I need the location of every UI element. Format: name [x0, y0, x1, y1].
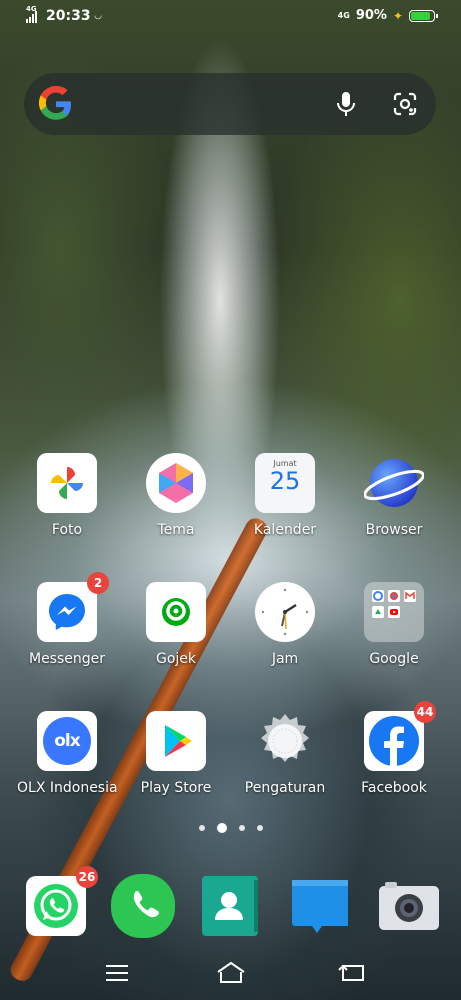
gojek-icon [146, 582, 206, 642]
app-pengaturan[interactable]: Pengaturan [235, 711, 335, 796]
app-label-messenger: Messenger [28, 651, 106, 667]
navigation-bar [0, 958, 461, 990]
app-play-store[interactable]: Play Store [126, 711, 226, 796]
google-search-bar[interactable] [24, 73, 436, 135]
calendar-day-name: Jumat [273, 459, 297, 468]
menu-icon[interactable] [102, 958, 132, 988]
cell-signal-icon: 4G [26, 5, 42, 23]
app-label-olx: OLX Indonesia [17, 780, 118, 796]
battery-icon [409, 9, 438, 22]
play-store-icon [146, 711, 206, 771]
microphone-icon[interactable] [334, 91, 358, 117]
wifi-icon: ◡ [94, 11, 102, 21]
app-label-google: Google [369, 651, 419, 667]
app-label-facebook: Facebook [361, 780, 427, 796]
messenger-badge: 2 [87, 572, 109, 594]
contacts-icon [202, 876, 258, 936]
app-foto[interactable]: Foto [17, 453, 117, 538]
dock-messages[interactable] [268, 876, 368, 936]
planet-icon [363, 453, 425, 513]
phone-icon [111, 874, 175, 938]
app-facebook[interactable]: 44 Facebook [344, 701, 444, 796]
calendar-day-number: 25 [269, 467, 301, 495]
app-jam[interactable]: Jam [235, 582, 335, 667]
camera-lens-icon[interactable] [392, 92, 418, 116]
page-dot-3[interactable] [238, 825, 245, 831]
messages-icon [288, 876, 350, 936]
app-label-play-store: Play Store [140, 780, 212, 796]
app-gojek[interactable]: Gojek [126, 582, 226, 667]
page-indicator [0, 823, 461, 833]
olx-logo-text: olx [54, 731, 81, 751]
dock-camera[interactable] [355, 876, 455, 936]
google-folder-icon [364, 582, 424, 642]
app-label-foto: Foto [51, 522, 83, 538]
clock-icon [255, 582, 315, 642]
facebook-icon: 44 [364, 701, 436, 771]
app-label-jam: Jam [271, 651, 299, 667]
photos-pinwheel-icon [37, 453, 97, 513]
app-browser[interactable]: Browser [344, 453, 444, 538]
dock-whatsapp[interactable]: 26 [6, 866, 106, 936]
charging-icon: ✦ [392, 8, 403, 23]
page-dot-4[interactable] [256, 825, 263, 831]
home-icon[interactable] [215, 958, 247, 988]
dock: 26 [0, 866, 461, 938]
network-type-right: 4G [337, 11, 350, 20]
messenger-icon: 2 [37, 572, 109, 642]
app-kalender[interactable]: Jumat 25 Kalender [235, 453, 335, 538]
page-dot-2[interactable] [216, 823, 227, 833]
app-label-pengaturan: Pengaturan [244, 780, 326, 796]
back-icon[interactable] [337, 958, 367, 988]
battery-percent: 90% [355, 8, 387, 23]
whatsapp-icon: 26 [26, 866, 98, 936]
page-dot-1[interactable] [198, 825, 205, 831]
dock-phone[interactable] [93, 874, 193, 938]
app-label-browser: Browser [365, 522, 423, 538]
status-time: 20:33 [46, 8, 91, 24]
google-g-icon [38, 86, 71, 120]
app-olx[interactable]: olx OLX Indonesia [17, 711, 118, 796]
facebook-badge: 44 [414, 701, 436, 723]
app-messenger[interactable]: 2 Messenger [17, 572, 117, 667]
app-label-kalender: Kalender [253, 522, 317, 538]
camera-icon [375, 876, 439, 936]
dock-contacts[interactable] [180, 876, 280, 936]
app-google-folder[interactable]: Google [344, 582, 444, 667]
theme-hexagon-icon [146, 453, 206, 513]
app-label-tema: Tema [157, 522, 195, 538]
olx-icon: olx [37, 711, 97, 771]
app-label-gojek: Gojek [155, 651, 197, 667]
settings-gear-icon [255, 711, 315, 771]
app-tema[interactable]: Tema [126, 453, 226, 538]
status-bar: 4G 20:33 ◡ 4G 90% ✦ [0, 0, 461, 36]
calendar-icon: Jumat 25 [255, 453, 315, 513]
